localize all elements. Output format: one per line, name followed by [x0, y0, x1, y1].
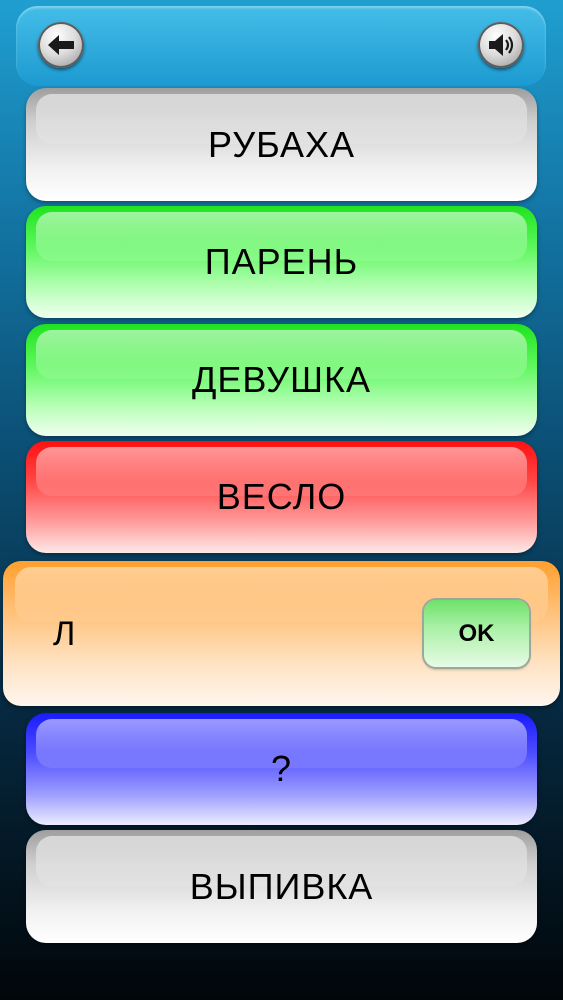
- ok-button[interactable]: OK: [424, 600, 529, 667]
- hidden-word-button[interactable]: ?: [26, 713, 537, 825]
- word-button-1[interactable]: РУБАХА: [26, 88, 537, 201]
- word-label: ВЕСЛО: [216, 476, 347, 517]
- arrow-left-icon: [46, 33, 76, 57]
- word-button-3[interactable]: ДЕВУШКА: [26, 324, 537, 436]
- word-button-4[interactable]: ВЕСЛО: [26, 441, 537, 553]
- speaker-icon: [486, 31, 516, 59]
- word-label: ВЫПИВКА: [189, 865, 374, 907]
- back-button[interactable]: [38, 22, 84, 68]
- word-label: ПАРЕНЬ: [204, 241, 359, 282]
- word-button-6[interactable]: ВЫПИВКА: [26, 830, 537, 943]
- ok-label: OK: [458, 619, 495, 647]
- word-button-2[interactable]: ПАРЕНЬ: [26, 206, 537, 318]
- word-label: РУБАХА: [208, 123, 355, 165]
- sound-button[interactable]: [478, 22, 524, 68]
- answer-input[interactable]: [53, 611, 393, 657]
- word-label: ?: [270, 748, 293, 789]
- answer-panel: OK: [3, 561, 560, 706]
- top-bar: [16, 6, 546, 86]
- word-label: ДЕВУШКА: [191, 359, 372, 400]
